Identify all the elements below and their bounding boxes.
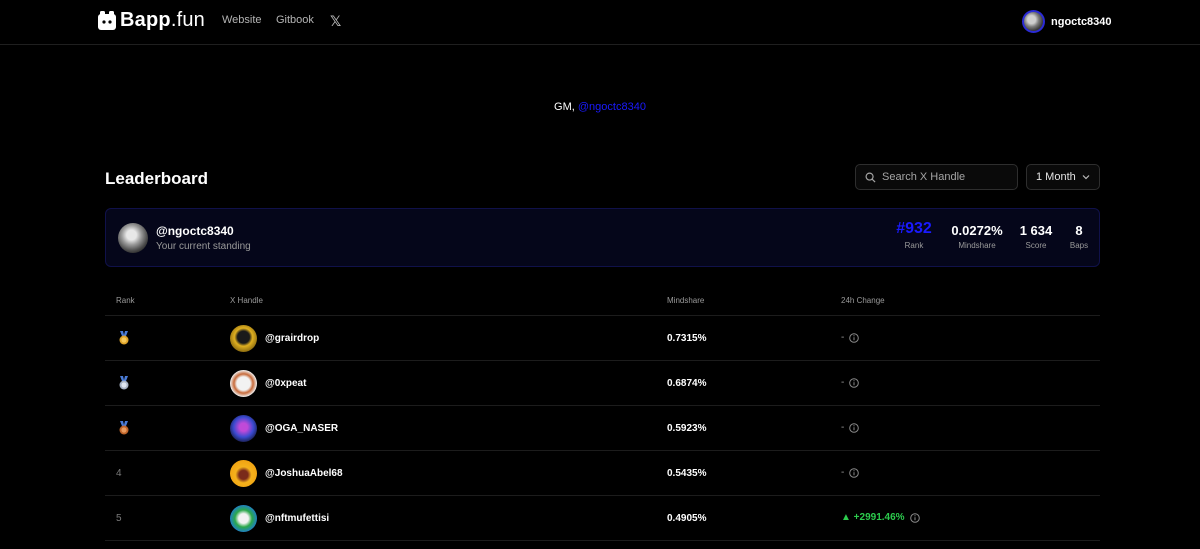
period-select[interactable]: 1 Month [1026,164,1100,190]
row-mindshare: 0.4905% [667,513,707,524]
column-rank: Rank [116,296,135,305]
baps-label: Baps [1069,241,1089,250]
table-row[interactable]: @OGA_NASER 0.5923% - [105,406,1100,451]
mindshare-label: Mindshare [958,241,996,250]
brand-name: Bapp.fun [120,9,205,31]
row-rank: 5 [116,513,122,524]
row-avatar [230,460,257,487]
row-mindshare: 0.5435% [667,468,707,479]
row-mindshare: 0.7315% [667,333,707,344]
change-value: ▲ +2991.46% [841,512,905,523]
greeting: GM, @ngoctc8340 [0,101,1200,113]
search-box[interactable] [855,164,1018,190]
standing-subtitle: Your current standing [156,241,251,252]
row-avatar [230,325,257,352]
standing-score: 1 634 Score [1016,223,1056,250]
row-24h-change: - [841,467,860,478]
standing-rank: #932 Rank [892,220,936,250]
user-menu[interactable]: ngoctc8340 [1022,10,1112,33]
row-handle[interactable]: @JoshuaAbel68 [265,468,343,479]
score-value: 1 634 [1019,223,1053,238]
x-twitter-icon[interactable]: 𝕏 [330,13,341,30]
info-icon[interactable] [849,422,860,433]
row-handle[interactable]: @OGA_NASER [265,423,338,434]
rank-label: Rank [904,241,924,250]
standing-mindshare: 0.0272% Mindshare [949,223,1005,250]
row-mindshare: 0.6874% [667,378,707,389]
row-avatar [230,415,257,442]
change-value: - [841,422,845,433]
silver-medal-icon [119,376,129,390]
row-handle[interactable]: @0xpeat [265,378,306,389]
row-rank: 4 [116,468,122,479]
greeting-prefix: GM, [554,101,578,113]
chevron-down-icon [1082,175,1090,180]
table-row[interactable]: @grairdrop 0.7315% - [105,316,1100,361]
score-label: Score [1025,241,1047,250]
current-standing-card: @ngoctc8340 Your current standing #932 R… [105,208,1100,267]
change-value: - [841,377,845,388]
top-navbar: Bapp.fun Website Gitbook 𝕏 ngoctc8340 [0,0,1200,45]
search-input[interactable] [882,171,1007,183]
row-24h-change: - [841,422,860,433]
bronze-medal-icon [119,421,129,435]
table-row[interactable]: 5 @nftmufettisi 0.4905% ▲ +2991.46% [105,496,1100,541]
user-avatar [1022,10,1045,33]
search-icon [865,172,876,183]
column-mindshare: Mindshare [667,296,705,305]
table-row[interactable]: @0xpeat 0.6874% - [105,361,1100,406]
standing-baps: 8 Baps [1066,223,1092,250]
info-icon[interactable] [849,467,860,478]
row-mindshare: 0.5923% [667,423,707,434]
row-handle[interactable]: @nftmufettisi [265,513,329,524]
info-icon[interactable] [849,377,860,388]
change-value: - [841,332,845,343]
baps-value: 8 [1075,223,1083,238]
info-icon[interactable] [909,512,920,523]
change-value: - [841,467,845,478]
row-24h-change: ▲ +2991.46% [841,512,920,523]
table-row[interactable]: 4 @JoshuaAbel68 0.5435% - [105,451,1100,496]
row-avatar [230,370,257,397]
row-handle[interactable]: @grairdrop [265,333,319,344]
greeting-handle[interactable]: @ngoctc8340 [578,101,646,113]
bapp-logo-icon [98,11,116,30]
brand-logo[interactable]: Bapp.fun [98,9,205,32]
column-handle: X Handle [230,296,263,305]
row-24h-change: - [841,332,860,343]
nav-gitbook-link[interactable]: Gitbook [276,14,314,26]
period-value: 1 Month [1036,171,1076,183]
nav-website-link[interactable]: Website [222,14,262,26]
column-24h-change: 24h Change [841,296,885,305]
leaderboard-title: Leaderboard [105,169,208,188]
gold-medal-icon [119,331,129,345]
standing-avatar [118,223,148,253]
standing-handle: @ngoctc8340 [156,224,234,238]
rank-value: #932 [896,220,932,237]
row-24h-change: - [841,377,860,388]
info-icon[interactable] [849,332,860,343]
user-name: ngoctc8340 [1051,15,1112,28]
mindshare-value: 0.0272% [951,223,1003,238]
row-avatar [230,505,257,532]
